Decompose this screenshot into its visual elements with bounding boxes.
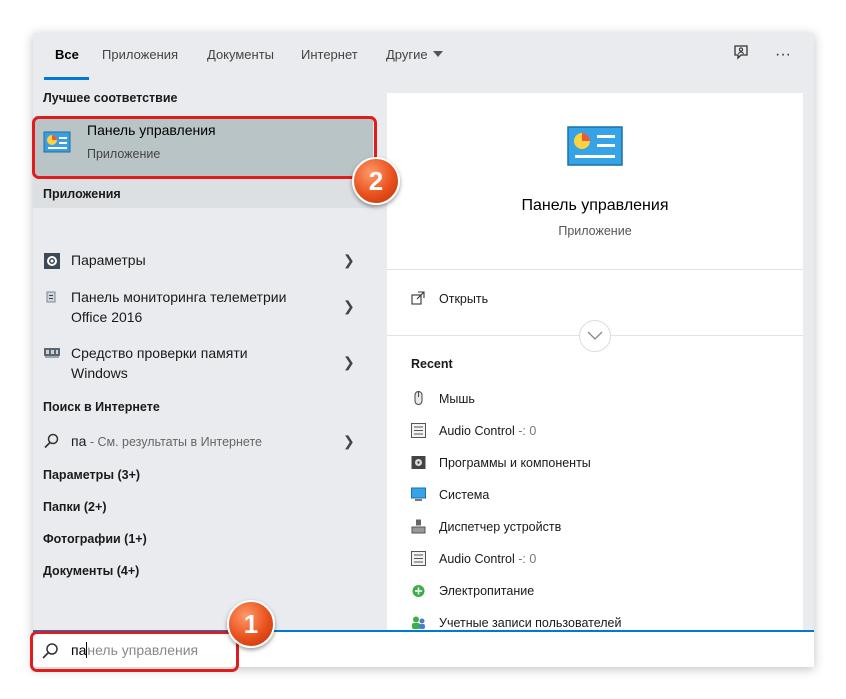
recent-label: Audio Control	[439, 424, 515, 438]
web-search-text: па - См. результаты в Интернете	[71, 431, 262, 452]
search-icon	[44, 433, 59, 449]
recent-label: Мышь	[439, 392, 475, 406]
mouse-icon	[414, 391, 423, 405]
chevron-right-icon: ❯	[343, 354, 355, 370]
app-item-label: Параметры	[71, 252, 146, 268]
tab-other[interactable]: Другие	[386, 47, 443, 62]
feedback-icon	[734, 45, 748, 60]
highlight-search-box	[30, 631, 239, 672]
audio-control-icon	[411, 423, 426, 438]
telemetry-icon	[46, 291, 56, 303]
device-manager-icon	[411, 519, 426, 534]
app-item-label-2: Windows	[71, 365, 128, 381]
open-label: Открыть	[439, 292, 489, 306]
open-action[interactable]: Открыть	[411, 291, 611, 309]
control-panel-large-icon	[567, 126, 623, 166]
gear-icon	[44, 253, 60, 269]
web-search-hint: - См. результаты в Интернете	[86, 435, 262, 449]
caret-down-icon	[432, 51, 443, 57]
web-search-query: па	[71, 433, 87, 449]
tab-all[interactable]: Все	[55, 47, 79, 62]
app-item-label-2: Office 2016	[71, 309, 143, 325]
chevron-right-icon: ❯	[343, 433, 355, 449]
preview-pane: Панель управления Приложение Открыть Rec…	[387, 93, 803, 667]
programs-icon	[411, 456, 426, 469]
tab-internet[interactable]: Интернет	[301, 47, 358, 62]
callout-badge-2: 2	[352, 157, 400, 205]
tab-other-label: Другие	[386, 47, 428, 62]
recent-label: Диспетчер устройств	[439, 520, 562, 534]
expand-button[interactable]	[579, 320, 611, 352]
tab-documents[interactable]: Документы	[207, 47, 274, 62]
user-accounts-icon	[412, 616, 425, 629]
recent-label: Учетные записи пользователей	[439, 616, 622, 630]
recent-suffix: -: 0	[514, 552, 537, 566]
category-photos[interactable]: Фотографии (1+)	[43, 532, 147, 546]
tab-bar: Все Приложения Документы Интернет Другие…	[33, 33, 814, 80]
memory-chip-icon	[44, 348, 60, 358]
app-item-label: Средство проверки памяти	[71, 345, 248, 361]
open-icon	[411, 291, 425, 305]
recent-label: Электропитание	[439, 584, 535, 598]
category-settings[interactable]: Параметры (3+)	[43, 468, 140, 482]
recent-header: Recent	[411, 357, 453, 371]
preview-subtitle: Приложение	[558, 224, 632, 238]
more-button[interactable]: ···	[772, 44, 794, 66]
feedback-button[interactable]	[730, 44, 752, 66]
app-item-label: Панель мониторинга телеметрии	[71, 289, 287, 305]
chevron-right-icon: ❯	[343, 252, 355, 268]
chevron-right-icon: ❯	[343, 298, 355, 314]
web-search-header: Поиск в Интернете	[43, 400, 160, 414]
highlight-best-match	[32, 116, 377, 179]
recent-label: Программы и компоненты	[439, 456, 591, 470]
tab-apps[interactable]: Приложения	[102, 47, 178, 62]
category-folders[interactable]: Папки (2+)	[43, 500, 106, 514]
divider	[387, 269, 803, 270]
apps-header: Приложения	[43, 187, 121, 201]
recent-label: Система	[439, 488, 490, 502]
power-options-icon	[412, 585, 425, 597]
best-match-header: Лучшее соответствие	[43, 91, 178, 105]
preview-title: Панель управления	[521, 197, 669, 214]
recent-suffix: -: 0	[514, 424, 537, 438]
recent-label: Audio Control	[439, 552, 515, 566]
audio-control-icon	[411, 551, 426, 566]
chevron-down-icon	[587, 331, 603, 340]
category-documents[interactable]: Документы (4+)	[43, 564, 139, 578]
system-monitor-icon	[411, 487, 426, 501]
callout-badge-1: 1	[227, 600, 275, 648]
